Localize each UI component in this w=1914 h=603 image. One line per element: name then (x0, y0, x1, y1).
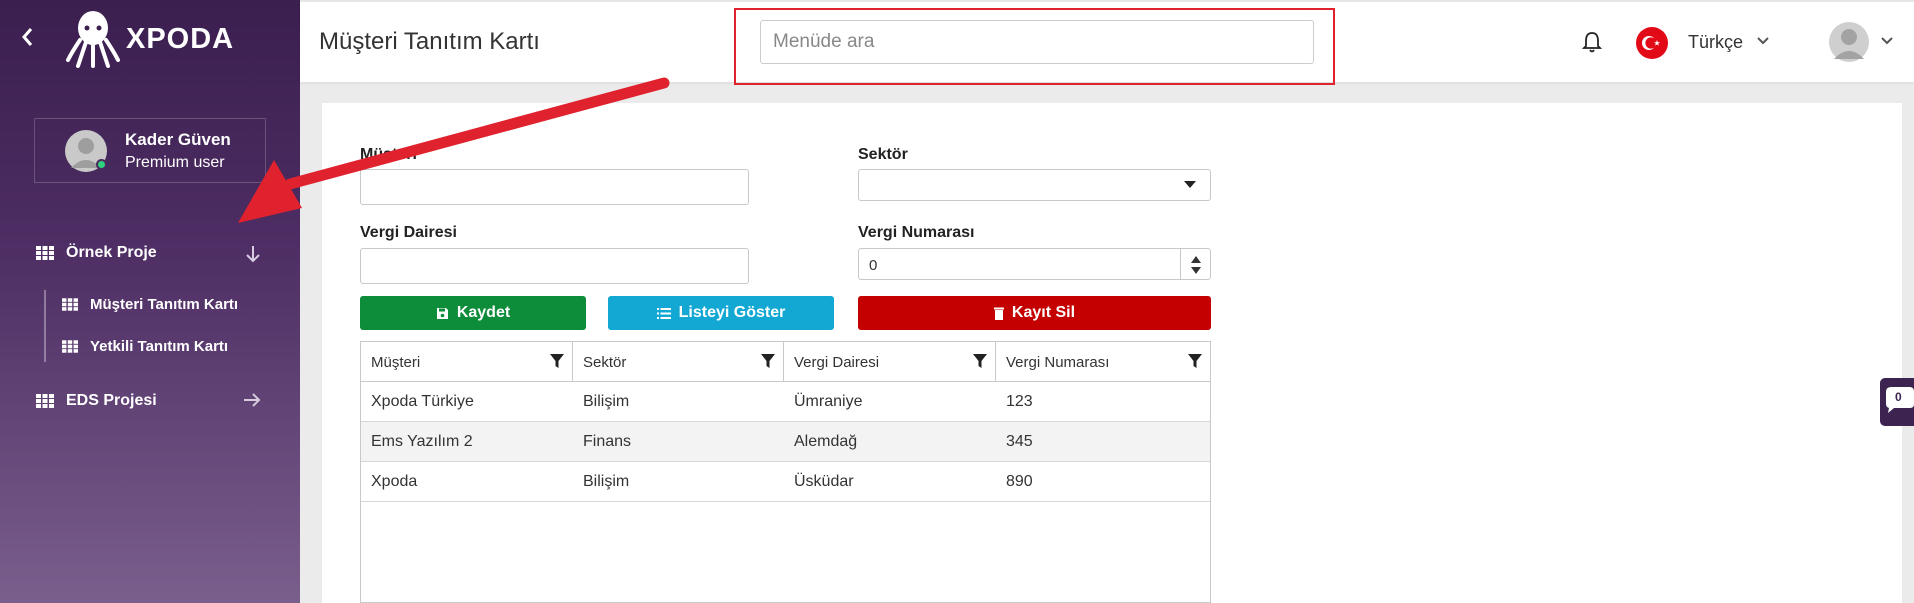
table-row[interactable]: Ems Yazılım 2 Finans Alemdağ 345 (361, 422, 1210, 462)
table-cell: Alemdağ (794, 433, 858, 450)
table-cell: Ems Yazılım 2 (371, 433, 473, 450)
grid-icon (62, 298, 78, 311)
table-cell: Finans (583, 433, 632, 450)
logo[interactable]: XPODA (66, 8, 234, 70)
show-list-button[interactable]: Listeyi Göster (608, 296, 834, 330)
filter-icon[interactable] (1187, 353, 1203, 369)
filter-icon[interactable] (972, 353, 988, 369)
sidebar-item-eds-projesi[interactable]: EDS Projesi (36, 392, 157, 410)
filter-icon[interactable] (549, 353, 565, 369)
column-header-vergi-dairesi[interactable]: Vergi Dairesi (784, 342, 996, 381)
save-button-label: Kaydet (456, 304, 511, 321)
delete-record-button-label: Kayıt Sil (1011, 304, 1076, 321)
search-input[interactable] (760, 20, 1314, 64)
table-cell: Bilişim (583, 473, 630, 490)
floppy-disk-icon (436, 307, 448, 319)
chevron-down-icon[interactable] (1756, 36, 1770, 46)
form-panel: Müşteri Sektör Vergi Dairesi Vergi Numar… (322, 103, 1902, 603)
turkey-flag-icon[interactable] (1636, 27, 1668, 59)
crescent-star-icon (1642, 36, 1660, 50)
sidebar: XPODA Kader Güven Premium user Örnek Pro… (0, 0, 300, 603)
chevron-left-icon (22, 28, 33, 46)
sektor-label: Sektör (858, 146, 908, 163)
table-row[interactable]: Xpoda Türkiye Bilişim Ümraniye 123 (361, 382, 1210, 422)
save-button[interactable]: Kaydet (360, 296, 586, 330)
language-selector[interactable]: Türkçe (1688, 32, 1743, 53)
avatar (65, 129, 107, 172)
dropdown-arrow-icon (1184, 181, 1196, 188)
arrow-down-icon[interactable] (244, 244, 262, 264)
user-role: Premium user (125, 153, 225, 171)
sidebar-item-label: Müşteri Tanıtım Kartı (90, 296, 239, 313)
table-cell: 123 (1006, 393, 1033, 410)
sidebar-item-musteri-tanitim-karti[interactable]: Müşteri Tanıtım Kartı (62, 296, 238, 313)
vergi-numarasi-label: Vergi Numarası (858, 224, 975, 241)
column-header-label: Sektör (583, 354, 627, 371)
table-cell: 345 (1006, 433, 1033, 450)
column-header-musteri[interactable]: Müşteri (361, 342, 573, 381)
grid-icon (36, 246, 54, 260)
online-status-dot (96, 158, 107, 170)
grid-icon (62, 340, 78, 353)
submenu-divider (44, 290, 46, 362)
column-header-label: Müşteri (371, 354, 421, 371)
show-list-button-label: Listeyi Göster (678, 304, 786, 321)
table-cell: Üsküdar (794, 473, 854, 490)
sidebar-item-ornek-proje[interactable]: Örnek Proje (36, 244, 157, 262)
user-name: Kader Güven (125, 129, 231, 149)
vergi-dairesi-label: Vergi Dairesi (360, 224, 457, 241)
vergi-numarasi-value: 0 (869, 257, 878, 274)
column-header-sektor[interactable]: Sektör (573, 342, 784, 381)
sidebar-item-label: Örnek Proje (66, 244, 157, 261)
trash-icon (993, 307, 1004, 320)
table-row[interactable]: Xpoda Bilişim Üsküdar 890 (361, 462, 1210, 502)
spin-up-icon[interactable] (1191, 256, 1201, 263)
table-cell: 890 (1006, 473, 1033, 490)
sektor-select[interactable] (858, 169, 1211, 201)
octopus-logo-icon (66, 11, 120, 68)
vergi-numarasi-input[interactable]: 0 (858, 248, 1211, 280)
user-avatar-icon[interactable] (1829, 22, 1869, 62)
page-title: Müşteri Tanıtım Kartı (319, 28, 540, 55)
chat-badge: 0 (1895, 390, 1902, 404)
top-bar: Müşteri Tanıtım Kartı Türkçe (300, 0, 1914, 85)
sidebar-item-yetkili-tanitim-karti[interactable]: Yetkili Tanıtım Kartı (62, 338, 228, 355)
filter-icon[interactable] (760, 353, 776, 369)
number-spinner[interactable] (1180, 249, 1210, 279)
user-card[interactable]: Kader Güven Premium user (34, 118, 266, 183)
chat-widget-button[interactable]: 0 (1880, 378, 1914, 426)
column-header-vergi-numarasi[interactable]: Vergi Numarası (996, 342, 1210, 381)
chevron-down-icon[interactable] (1880, 36, 1894, 46)
customer-grid: Müşteri Sektör Vergi Dairesi Vergi Numar… (360, 341, 1211, 603)
logo-text: XPODA (126, 22, 235, 55)
grid-header: Müşteri Sektör Vergi Dairesi Vergi Numar… (361, 342, 1210, 382)
spin-down-icon[interactable] (1191, 267, 1201, 274)
vergi-dairesi-input[interactable] (360, 248, 749, 284)
table-cell: Xpoda Türkiye (371, 393, 474, 410)
collapse-sidebar-button[interactable] (20, 26, 40, 50)
table-cell: Xpoda (371, 473, 418, 490)
table-cell: Ümraniye (794, 393, 863, 410)
grid-icon (36, 394, 54, 408)
musteri-label: Müşteri (360, 146, 417, 163)
musteri-input[interactable] (360, 169, 749, 205)
sidebar-item-label: Yetkili Tanıtım Kartı (90, 338, 229, 355)
bell-icon[interactable] (1582, 30, 1602, 54)
sidebar-item-label: EDS Projesi (66, 392, 157, 409)
delete-record-button[interactable]: Kayıt Sil (858, 296, 1211, 330)
column-header-label: Vergi Dairesi (794, 354, 880, 371)
table-cell: Bilişim (583, 393, 630, 410)
column-header-label: Vergi Numarası (1006, 354, 1110, 371)
arrow-right-icon[interactable] (242, 391, 262, 409)
list-icon (656, 307, 671, 319)
